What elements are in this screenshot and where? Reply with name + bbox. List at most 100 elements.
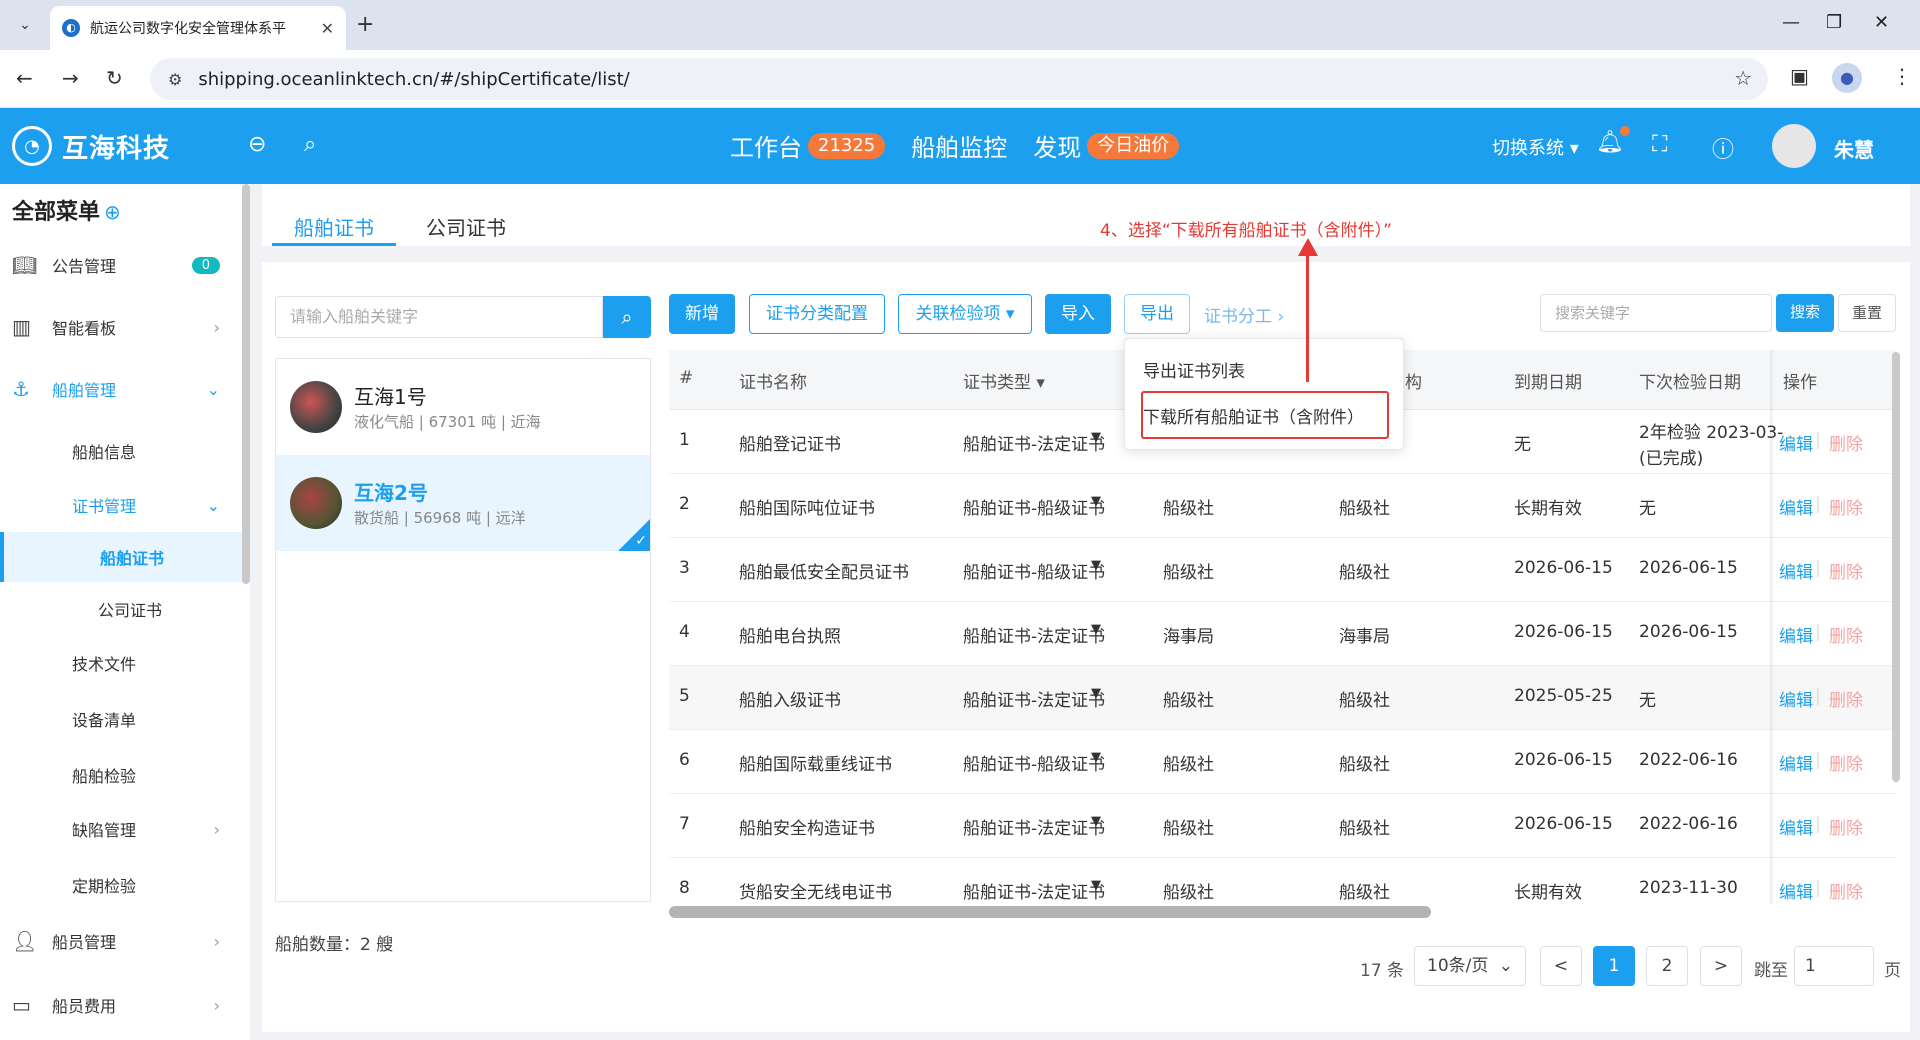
type-dropdown-icon[interactable]: ▼ [1091, 622, 1101, 637]
cell-next-inspection: 2023-11-30 [1639, 878, 1738, 898]
cell-expire: 长期有效 [1514, 499, 1582, 519]
edit-link[interactable]: 编辑 [1779, 750, 1813, 775]
export-list-item[interactable]: 导出证书列表 [1143, 357, 1245, 382]
type-dropdown-icon[interactable]: ▼ [1091, 878, 1101, 893]
person-icon: 👤︎ [12, 929, 38, 953]
table-vertical-scrollbar[interactable] [1892, 352, 1900, 782]
delete-link[interactable]: 删除 [1829, 558, 1863, 583]
type-dropdown-icon[interactable]: ▼ [1091, 686, 1101, 701]
cell-index: 6 [679, 750, 690, 770]
edit-link[interactable]: 编辑 [1779, 686, 1813, 711]
cell-cert-type: 船舶证书-船级证书 [963, 563, 1106, 583]
edit-link[interactable]: 编辑 [1779, 494, 1813, 519]
action-separator: | [1815, 878, 1821, 898]
cell-expire: 2026-06-15 [1514, 622, 1613, 642]
edit-link[interactable]: 编辑 [1779, 430, 1813, 455]
cell-index: 3 [679, 558, 690, 578]
cell-next-inspection: 2022-06-16 [1639, 814, 1738, 834]
cell-next-inspection: 2026-06-15 [1639, 558, 1738, 578]
delete-link[interactable]: 删除 [1829, 750, 1863, 775]
action-separator: | [1815, 686, 1821, 706]
export-dropdown-menu: 导出证书列表 下载所有船舶证书（含附件） [1124, 338, 1404, 450]
cell-index: 4 [679, 622, 690, 642]
table-row: 7 船舶安全构造证书 船舶证书-法定证书 ▼ 船级社 船级社 2026-06-15 2022-… [669, 794, 1896, 858]
cell-next-inspection-status: (已完成) [1639, 449, 1704, 469]
cell-cert-name: 船舶登记证书 [739, 435, 841, 455]
cell-org: 船级社 [1339, 563, 1390, 583]
prev-page-button[interactable]: < [1540, 946, 1582, 986]
delete-link[interactable]: 删除 [1829, 686, 1863, 711]
goto-page-input[interactable]: 1 [1794, 946, 1874, 986]
cell-cert-name: 船舶国际吨位证书 [739, 499, 875, 519]
table-row: 8 货船安全无线电证书 船舶证书-法定证书 ▼ 船级社 船级社 长期有效 2023-11-30… [669, 858, 1896, 904]
cell-org: 船级社 [1339, 755, 1390, 775]
cell-expire: 2026-06-15 [1514, 750, 1613, 770]
cell-org: 船级社 [1339, 819, 1390, 839]
ship-count: 船舶数量：2 艘 [275, 935, 394, 955]
type-dropdown-icon[interactable]: ▼ [1091, 814, 1101, 829]
delete-link[interactable]: 删除 [1829, 494, 1863, 519]
table-row: 2 船舶国际吨位证书 船舶证书-船级证书 ▼ 船级社 船级社 长期有效 无 编辑 | 删除 [669, 474, 1896, 538]
cell-next-inspection: 无 [1639, 691, 1656, 711]
cell-cert-type: 船舶证书-船级证书 [963, 499, 1106, 519]
page-1-button[interactable]: 1 [1593, 946, 1635, 986]
delete-link[interactable]: 删除 [1829, 814, 1863, 839]
cell-cert-name: 船舶国际载重线证书 [739, 755, 892, 775]
chevron-right-icon: › [213, 995, 220, 1015]
sidebar-item-crew-fees[interactable]: ▭ 船员费用 › [0, 978, 242, 1032]
cell-issuer: 船级社 [1163, 499, 1214, 519]
action-separator: | [1815, 558, 1821, 578]
cell-cert-name: 船舶最低安全配员证书 [739, 563, 909, 583]
cell-org: 海事局 [1339, 627, 1390, 647]
annotation-arrow [1306, 242, 1309, 382]
edit-link[interactable]: 编辑 [1779, 558, 1813, 583]
cell-next-inspection: 2026-06-15 [1639, 622, 1738, 642]
annotation-arrow-head [1298, 238, 1318, 256]
chevron-down-icon: ⌄ [1498, 956, 1513, 976]
chevron-right-icon: › [213, 931, 220, 951]
cell-issuer: 船级社 [1163, 691, 1214, 711]
table-body: 1 船舶登记证书 船舶证书-法定证书 ▼ 无 2年检验 2023-03- (已完成) 编辑 | 删… [0, 0, 1920, 904]
cell-cert-name: 货船安全无线电证书 [739, 883, 892, 903]
cell-expire: 2026-06-15 [1514, 814, 1613, 834]
type-dropdown-icon[interactable]: ▼ [1091, 558, 1101, 573]
cell-index: 8 [679, 878, 690, 898]
action-separator: | [1815, 814, 1821, 834]
delete-link[interactable]: 删除 [1829, 622, 1863, 647]
cell-cert-name: 船舶电台执照 [739, 627, 841, 647]
page-2-button[interactable]: 2 [1646, 946, 1688, 986]
action-separator: | [1815, 750, 1821, 770]
type-dropdown-icon[interactable]: ▼ [1091, 750, 1101, 765]
cell-index: 1 [679, 430, 690, 450]
cell-org: 船级社 [1339, 691, 1390, 711]
cell-index: 2 [679, 494, 690, 514]
wallet-icon: ▭ [12, 993, 31, 1017]
type-dropdown-icon[interactable]: ▼ [1091, 430, 1101, 445]
next-page-button[interactable]: > [1700, 946, 1742, 986]
page-size-select[interactable]: 10条/页 ⌄ [1414, 946, 1526, 986]
total-count: 17 条 [1360, 961, 1405, 981]
goto-label: 跳至 [1754, 961, 1788, 981]
delete-link[interactable]: 删除 [1829, 430, 1863, 455]
cell-cert-name: 船舶入级证书 [739, 691, 841, 711]
delete-link[interactable]: 删除 [1829, 878, 1863, 903]
cell-index: 5 [679, 686, 690, 706]
cell-cert-type: 船舶证书-法定证书 [963, 627, 1106, 647]
cell-cert-type: 船舶证书-法定证书 [963, 691, 1106, 711]
sidebar-item-label: 船员费用 [52, 997, 117, 1016]
table-horizontal-scrollbar[interactable] [669, 906, 1431, 918]
sidebar-item-crew[interactable]: 👤︎ 船员管理 › [0, 914, 242, 968]
cell-issuer: 船级社 [1163, 819, 1214, 839]
table-row: 5 船舶入级证书 船舶证书-法定证书 ▼ 船级社 船级社 2025-05-25 无 编辑 | 删除 [669, 666, 1896, 730]
edit-link[interactable]: 编辑 [1779, 878, 1813, 903]
cell-expire: 2025-05-25 [1514, 686, 1613, 706]
action-separator: | [1815, 622, 1821, 642]
table-row: 6 船舶国际载重线证书 船舶证书-船级证书 ▼ 船级社 船级社 2026-06-15 2022… [669, 730, 1896, 794]
type-dropdown-icon[interactable]: ▼ [1091, 494, 1101, 509]
edit-link[interactable]: 编辑 [1779, 622, 1813, 647]
cell-issuer: 船级社 [1163, 563, 1214, 583]
edit-link[interactable]: 编辑 [1779, 814, 1813, 839]
cell-next-inspection: 2年检验 2023-03- [1639, 423, 1784, 443]
table-row: 4 船舶电台执照 船舶证书-法定证书 ▼ 海事局 海事局 2026-06-15 2026-06… [669, 602, 1896, 666]
action-separator: | [1815, 494, 1821, 514]
